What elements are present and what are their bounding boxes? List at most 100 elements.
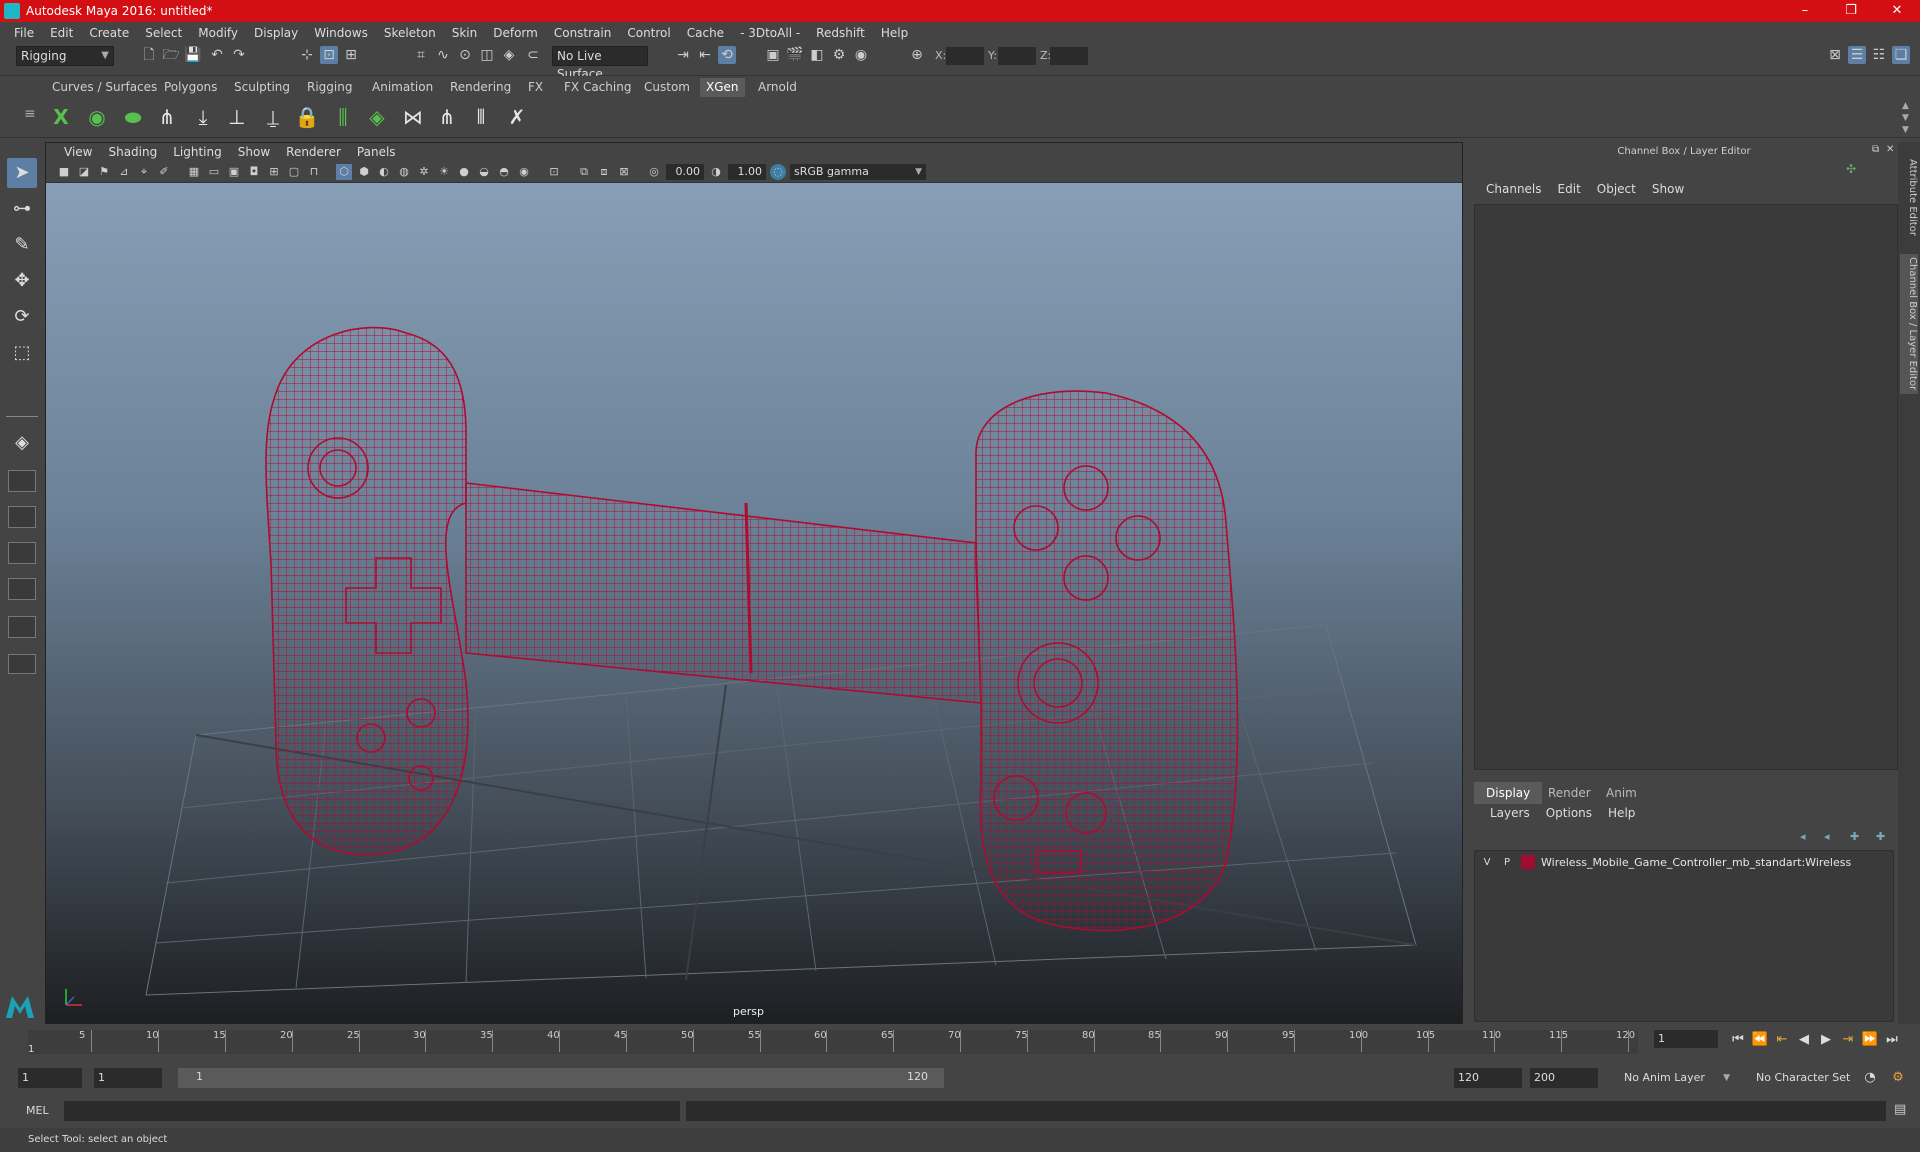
textured-icon[interactable]: ◍ — [396, 164, 412, 180]
gamma-field[interactable]: 1.00 — [728, 164, 766, 180]
xgen-cut-icon[interactable]: ⋔ — [432, 102, 462, 132]
live-surface-field[interactable]: No Live Surface — [552, 46, 648, 81]
snap-curve-icon[interactable]: ∿ — [434, 46, 452, 64]
tab-fx[interactable]: FX — [522, 78, 549, 97]
two-view-layout-icon[interactable] — [8, 506, 36, 528]
xgen-guide-sculpt-icon[interactable]: ⋈ — [398, 102, 428, 132]
use-all-lights-icon[interactable]: ✲ — [416, 164, 432, 180]
color-management-icon[interactable]: ◌ — [770, 164, 786, 180]
snap-point-icon[interactable]: ⊙ — [456, 46, 474, 64]
snap-grid-icon[interactable]: ⌗ — [412, 46, 430, 64]
new-layer-from-selection-icon[interactable]: ✚ — [1876, 830, 1885, 843]
2d-pan-zoom-icon[interactable]: ⌖ — [136, 164, 152, 180]
shelf-scroll-icon[interactable]: ▲ ▼ ▼ — [1902, 100, 1909, 136]
layer-playback-toggle[interactable]: P — [1497, 857, 1517, 868]
select-by-hierarchy-icon[interactable]: ⊹ — [298, 46, 316, 64]
camera-icon[interactable]: ■ — [56, 164, 72, 180]
command-input[interactable] — [64, 1101, 680, 1121]
motion-blur-icon[interactable]: ◒ — [476, 164, 492, 180]
range-slider-bar[interactable]: 1 120 — [178, 1068, 944, 1088]
menu-cache[interactable]: Cache — [679, 26, 732, 40]
animation-start-field[interactable]: 1 — [18, 1068, 82, 1088]
isolate-select-icon[interactable]: ⊡ — [546, 164, 562, 180]
tab-channel-box-layer-editor[interactable]: Channel Box / Layer Editor — [1900, 254, 1918, 394]
tab-rendering[interactable]: Rendering — [444, 78, 517, 97]
attribute-editor-toggle-icon[interactable]: ☰ — [1848, 46, 1866, 64]
panel-menu-panels[interactable]: Panels — [349, 145, 404, 159]
anim-layer-dropdown[interactable]: No Anim Layer ▼ — [1620, 1068, 1732, 1088]
menu-deform[interactable]: Deform — [485, 26, 546, 40]
grid-icon[interactable]: ▦ — [186, 164, 202, 180]
menu-control[interactable]: Control — [619, 26, 678, 40]
close-button[interactable]: ✕ — [1874, 0, 1920, 22]
animation-end-field[interactable]: 200 — [1530, 1068, 1598, 1088]
xgen-guide-select-icon[interactable]: ⍊ — [258, 102, 288, 132]
cb-menu-object[interactable]: Object — [1589, 182, 1644, 200]
menu-display[interactable]: Display — [246, 26, 306, 40]
camera-attributes-icon[interactable]: ◪ — [76, 164, 92, 180]
lasso-tool-icon[interactable]: ⊶ — [7, 194, 37, 224]
tab-anim[interactable]: Anim — [1594, 782, 1649, 804]
xgen-grass-icon[interactable]: ⫼ — [328, 102, 358, 132]
bookmark-icon[interactable]: ⚑ — [96, 164, 112, 180]
xgen-groom-icon[interactable]: ⫴ — [466, 102, 496, 132]
gate-mask-icon[interactable]: ◘ — [246, 164, 262, 180]
paint-select-tool-icon[interactable]: ✎ — [7, 230, 37, 260]
xray-components-icon[interactable]: ⊠ — [616, 164, 632, 180]
tab-animation[interactable]: Animation — [366, 78, 439, 97]
tab-xgen[interactable]: XGen — [700, 78, 745, 97]
move-tool-icon[interactable]: ✥ — [7, 266, 37, 296]
time-slider-track[interactable]: 5 10 15 20 25 30 35 40 45 50 55 60 65 70 75 80 85 90 95 100… — [28, 1030, 1638, 1054]
auto-key-icon[interactable]: ◔ — [1860, 1068, 1880, 1088]
panel-menu-renderer[interactable]: Renderer — [278, 145, 349, 159]
step-back-key-icon[interactable]: ⏪ — [1750, 1030, 1770, 1050]
persp-graph-layout-icon[interactable] — [8, 578, 36, 600]
new-scene-icon[interactable]: 🗋 — [140, 46, 158, 64]
output-ops-icon[interactable]: ⇤ — [696, 46, 714, 64]
maximize-button[interactable]: ❐ — [1828, 0, 1874, 22]
xgen-create-description-icon[interactable]: ⬬ — [118, 102, 148, 132]
safe-title-icon[interactable]: ⊓ — [306, 164, 322, 180]
go-to-start-icon[interactable]: ⏮ — [1728, 1030, 1748, 1050]
custom-layout-icon[interactable] — [8, 654, 36, 674]
coord-x-field[interactable] — [946, 47, 984, 65]
tab-polygons[interactable]: Polygons — [158, 78, 223, 97]
transform-constraint-icon[interactable]: ⊕ — [908, 46, 926, 64]
xgen-delete-guides-icon[interactable]: ✗ — [502, 102, 532, 132]
film-gate-icon[interactable]: ▭ — [206, 164, 222, 180]
four-view-layout-icon[interactable] — [8, 470, 36, 492]
coord-z-field[interactable] — [1050, 47, 1088, 65]
redo-icon[interactable]: ↷ — [230, 46, 248, 64]
layer-name[interactable]: Wireless_Mobile_Game_Controller_mb_stand… — [1541, 856, 1851, 869]
wireframe-icon[interactable]: ⬡ — [336, 164, 352, 180]
tab-render[interactable]: Render — [1536, 782, 1603, 804]
ipr-render-icon[interactable]: ◧ — [808, 46, 826, 64]
float-panel-icon[interactable]: ⧉ — [1872, 144, 1879, 155]
panel-menu-lighting[interactable]: Lighting — [165, 145, 230, 159]
cb-menu-show[interactable]: Show — [1644, 182, 1692, 200]
modeling-toolkit-icon[interactable]: ⊠ — [1826, 46, 1844, 64]
xray-joints-icon[interactable]: ⧈ — [596, 164, 612, 180]
exposure-icon[interactable]: ◎ — [646, 164, 662, 180]
wireframe-on-shaded-icon[interactable]: ◐ — [376, 164, 392, 180]
smooth-shade-icon[interactable]: ⬢ — [356, 164, 372, 180]
exposure-field[interactable]: 0.00 — [666, 164, 704, 180]
magnet-icon[interactable]: ⊂ — [524, 46, 542, 64]
select-by-object-icon[interactable]: ⊡ — [320, 46, 338, 64]
character-set-dropdown[interactable]: No Character Set — [1752, 1068, 1860, 1088]
layer-row[interactable]: V P Wireless_Mobile_Game_Controller_mb_s… — [1477, 853, 1891, 871]
open-scene-icon[interactable]: 🗁 — [162, 46, 180, 64]
step-back-frame-icon[interactable]: ⇤ — [1772, 1030, 1792, 1050]
cb-menu-channels[interactable]: Channels — [1478, 182, 1550, 200]
move-layer-down-icon[interactable]: ◂ — [1824, 830, 1830, 843]
menu-edit[interactable]: Edit — [42, 26, 81, 40]
le-menu-options[interactable]: Options — [1538, 806, 1600, 826]
render-frame-icon[interactable]: 🎬 — [786, 46, 804, 64]
xgen-lock-icon[interactable]: 🔒 — [292, 102, 322, 132]
construction-history-icon[interactable]: ⟲ — [718, 46, 736, 64]
tab-attribute-editor[interactable]: Attribute Editor — [1900, 152, 1918, 242]
tab-fx-caching[interactable]: FX Caching — [558, 78, 637, 97]
render-view-icon[interactable]: ▣ — [764, 46, 782, 64]
tab-custom[interactable]: Custom — [638, 78, 696, 97]
menu-set-dropdown[interactable]: Rigging ▼ — [16, 46, 114, 66]
